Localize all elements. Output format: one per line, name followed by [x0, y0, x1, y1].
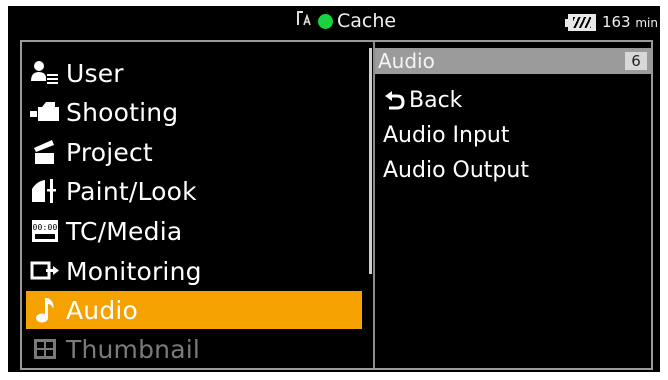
menu-item-label: Audio	[66, 295, 139, 325]
submenu-title: Audio	[378, 49, 435, 73]
menu-item-audio[interactable]: Audio	[26, 291, 362, 329]
submenu-item-back[interactable]: Back	[383, 84, 462, 116]
music-note-icon	[26, 295, 64, 325]
menu-item-project[interactable]: Project	[26, 133, 362, 171]
menu-frame: User Shooting Project Paint/Look 00:00 T…	[20, 40, 653, 370]
battery-minutes: 163	[601, 13, 631, 31]
battery-remaining: 163 min	[602, 13, 658, 31]
menu-item-label: Monitoring	[66, 256, 202, 286]
submenu-item-audio-output[interactable]: Audio Output	[383, 154, 529, 186]
status-bar: Cache 163 min	[8, 6, 660, 36]
media-status: Cache	[294, 9, 396, 33]
menu-item-label: Paint/Look	[66, 176, 197, 206]
battery-status: 163 min	[564, 11, 658, 33]
menu-item-label: TC/Media	[66, 216, 183, 246]
media-slot-icon	[294, 9, 314, 33]
camera-icon	[26, 97, 64, 127]
menu-item-label: Shooting	[66, 97, 179, 127]
submenu-item-audio-input[interactable]: Audio Input	[383, 119, 510, 151]
menu-item-shooting[interactable]: Shooting	[26, 93, 362, 131]
submenu-count: 6	[625, 52, 647, 70]
menu-item-label: Project	[66, 137, 153, 167]
menu-item-user[interactable]: User	[26, 54, 362, 92]
media-label: Cache	[337, 10, 397, 32]
menu-item-paint-look[interactable]: Paint/Look	[26, 172, 362, 210]
battery-unit: min	[635, 16, 658, 30]
timecode-icon: 00:00	[26, 216, 64, 246]
menu-item-monitoring[interactable]: Monitoring	[26, 252, 362, 290]
camera-menu-screen: Cache 163 min User Shooting Project Pain…	[8, 6, 660, 372]
main-menu: User Shooting Project Paint/Look 00:00 T…	[22, 42, 372, 368]
submenu-item-label: Audio Output	[383, 157, 529, 183]
user-list-icon	[26, 58, 64, 88]
paint-look-icon	[26, 176, 64, 206]
svg-text:00:00: 00:00	[32, 223, 57, 232]
thumbnail-grid-icon	[26, 334, 64, 364]
submenu-item-label: Back	[409, 87, 463, 113]
menu-scrollbar[interactable]	[369, 48, 372, 274]
submenu-item-label: Audio Input	[383, 122, 510, 148]
menu-item-label: User	[66, 58, 124, 88]
submenu-header: Audio 6	[375, 48, 651, 74]
submenu-panel: Audio 6 Back Audio Input Audio Output	[375, 42, 651, 368]
status-dot	[318, 13, 333, 29]
back-arrow-icon	[383, 90, 405, 110]
menu-item-thumbnail[interactable]: Thumbnail	[26, 330, 362, 368]
battery-icon	[564, 13, 598, 31]
menu-item-tc-media[interactable]: 00:00 TC/Media	[26, 212, 362, 250]
clapperboard-icon	[26, 137, 64, 167]
monitor-output-icon	[26, 256, 64, 286]
menu-item-label: Thumbnail	[66, 334, 201, 364]
